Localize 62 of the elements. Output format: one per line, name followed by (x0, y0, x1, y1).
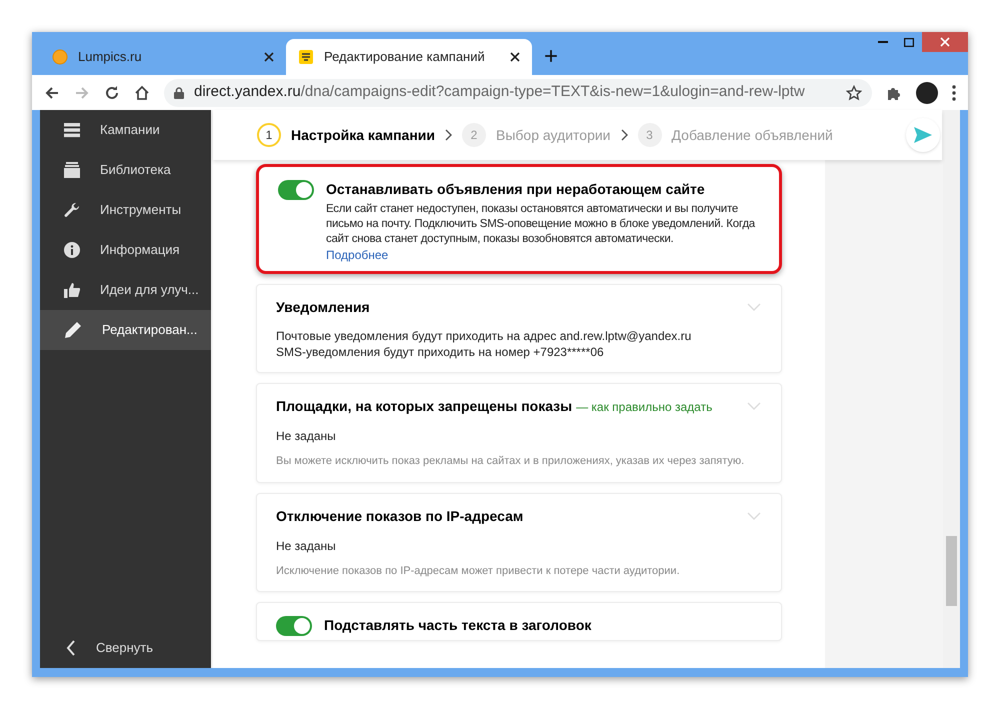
step[interactable]: 1 Настройка кампании (257, 123, 435, 147)
back-icon[interactable] (44, 84, 60, 100)
url-text: direct.yandex.ru/dna/campaigns-edit?campaign-type=TEXT&is-new=1&ulogin=and-rew-lptw (194, 82, 806, 102)
step-label: Настройка кампании (291, 126, 435, 145)
browser-tab[interactable]: Lumpics.ru (40, 39, 286, 75)
maximize-icon (904, 38, 914, 46)
star-icon[interactable] (846, 84, 862, 100)
chevron-right-icon (445, 129, 452, 141)
browser-tab[interactable]: Редактирование кампаний (286, 39, 532, 75)
sidebar-item[interactable]: Редактирован... (40, 310, 211, 350)
pencil-icon (64, 321, 82, 339)
minimize-icon (878, 40, 888, 44)
card-title: Уведомления (276, 298, 370, 317)
sidebar-item[interactable]: Инструменты (40, 190, 211, 230)
step-number: 2 (462, 123, 486, 147)
sidebar-item[interactable]: Библиотека (40, 150, 211, 190)
card-title: Подставлять часть текста в заголовок (324, 616, 592, 635)
collapse-button[interactable]: Свернуть (40, 628, 211, 668)
circle-icon (52, 49, 68, 65)
lock-icon (174, 86, 184, 98)
help-link[interactable]: — как правильно задать (576, 398, 712, 416)
more-link[interactable]: Подробнее (326, 247, 388, 263)
step-label: Добавление объявлений (672, 126, 833, 145)
wrench-icon (64, 202, 80, 218)
close-icon (940, 37, 950, 47)
document-icon (298, 49, 314, 65)
close-button[interactable] (922, 32, 968, 52)
sidebar-item[interactable]: Идеи для улуч... (40, 270, 211, 310)
stack-icon (64, 162, 80, 178)
setting-value: Не заданы (276, 428, 337, 445)
sidebar-item[interactable]: Кампании (40, 110, 211, 150)
home-icon[interactable] (134, 84, 150, 100)
close-icon[interactable] (264, 52, 274, 62)
avatar[interactable] (916, 82, 938, 104)
menu-icon[interactable] (952, 84, 956, 100)
close-icon[interactable] (510, 52, 520, 62)
sidebar-item[interactable]: Информация (40, 230, 211, 270)
thumbs-up-icon (64, 282, 80, 298)
notification-line: SMS-уведомления будут приходить на номер +7923*****06 (276, 344, 605, 360)
notification-line: Почтовые уведомления будут приходить на адрес and.rew.lptw@yandex.ru (276, 328, 692, 344)
card-title: Отключение показов по IP-адресам (276, 506, 524, 526)
chevron-right-icon (620, 129, 628, 141)
card-description: Если сайт станет недоступен, показы остановятся автоматически и вы получите письмо на почту. Подключить SMS-оповещение можно в блоке уведомлений. Когда сайт снова станет доступным, показы возобновятся автоматически. (326, 202, 756, 247)
card-title: Площадки, на которых запрещены показы (276, 397, 572, 416)
tab-title: Lumpics.ru (78, 48, 143, 66)
list-icon (64, 122, 80, 138)
toggle-switch[interactable] (278, 180, 314, 200)
reload-icon[interactable] (104, 84, 120, 100)
step-number: 3 (638, 123, 662, 147)
step-number: 1 (257, 123, 281, 147)
chevron-left-icon (66, 640, 76, 656)
setting-value: Не заданы (276, 538, 337, 554)
new-tab-button[interactable]: + (544, 45, 558, 69)
step-label: Выбор аудитории (496, 126, 611, 145)
tab-title: Редактирование кампаний (324, 48, 486, 66)
setting-hint: Вы можете исключить показ рекламы на сайтах и в приложениях, указав их через запятую. (276, 454, 746, 469)
toggle-switch[interactable] (276, 616, 312, 636)
card-title: Останавливать объявления при неработающем сайте (326, 180, 706, 199)
address-bar[interactable]: direct.yandex.ru/dna/campaigns-edit?campaign-type=TEXT&is-new=1&ulogin=and-rew-lptw (164, 78, 872, 106)
send-icon (914, 127, 932, 143)
setting-hint: Исключение показов по IP-адресам может привести к потере части аудитории. (276, 564, 681, 578)
info-icon (64, 242, 80, 258)
